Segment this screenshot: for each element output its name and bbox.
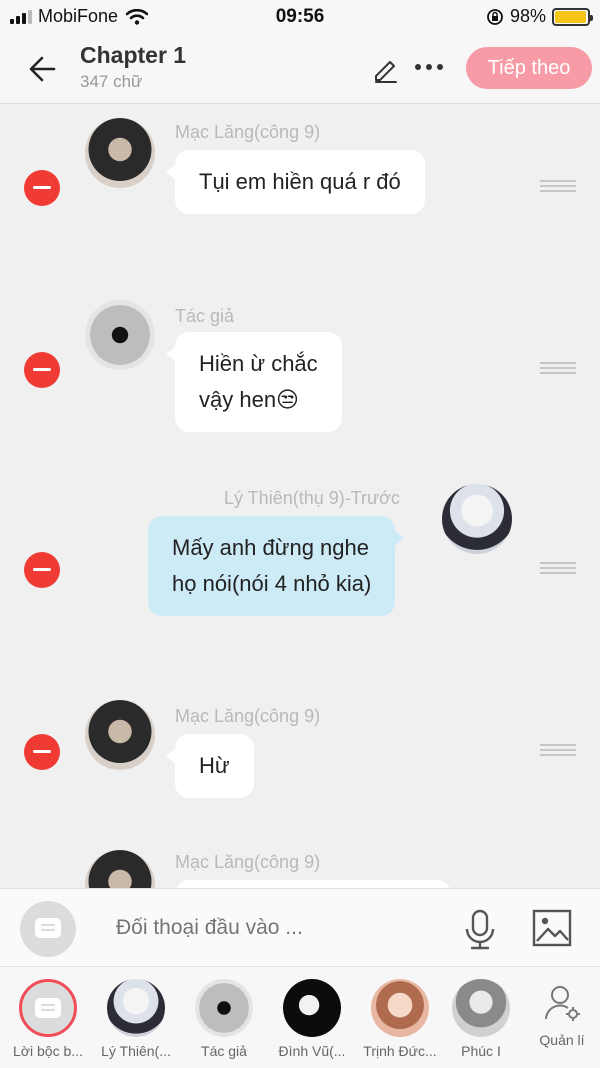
- rotation-lock-icon: [487, 8, 503, 25]
- avatar: [195, 979, 253, 1037]
- character-dinh-vu[interactable]: Đình Vũ(...: [270, 979, 354, 1059]
- delete-message-button[interactable]: [24, 734, 60, 770]
- avatar: [283, 979, 341, 1037]
- avatar[interactable]: [85, 118, 155, 188]
- manage-button[interactable]: Quản lí: [530, 983, 594, 1048]
- message-line: Hiền ừ chắc: [199, 351, 318, 376]
- message-line: Tụi em hiền quá r đó: [199, 169, 401, 194]
- avatar: [107, 979, 165, 1037]
- character-bar: Lời bộc b... Lý Thiên(... Tác giả Đình V…: [0, 966, 600, 1068]
- delete-message-button[interactable]: [24, 170, 60, 206]
- avatar[interactable]: [85, 700, 155, 770]
- message-bubble[interactable]: [175, 880, 451, 888]
- dialogue-input-bar: [0, 888, 600, 966]
- message-line: vậy hen😒: [199, 387, 299, 412]
- character-author[interactable]: Tác giả: [182, 979, 266, 1059]
- speaker-name: Mạc Lăng(công 9): [175, 706, 321, 726]
- avatar: [452, 979, 510, 1037]
- avatar[interactable]: [442, 484, 512, 554]
- character-narration[interactable]: Lời bộc b...: [6, 979, 90, 1059]
- character-phuc[interactable]: Phúc I: [446, 979, 516, 1059]
- word-count: 347 chữ: [80, 72, 143, 91]
- avatar[interactable]: [85, 300, 155, 370]
- drag-handle-icon[interactable]: [540, 362, 576, 374]
- microphone-icon[interactable]: [462, 909, 498, 951]
- arrow-left-icon[interactable]: [26, 52, 60, 86]
- character-label: Lý Thiên(...: [101, 1043, 171, 1059]
- message-item: Mạc Lăng(công 9): [0, 836, 600, 888]
- status-right: 98%: [486, 6, 593, 27]
- status-bar: MobiFone 09:56 98%: [0, 0, 600, 34]
- message-item: Lý Thiên(thụ 9)-Trước Mấy anh đừng nghe …: [0, 470, 600, 640]
- character-trinh-duc[interactable]: Trịnh Đức...: [358, 979, 442, 1059]
- drag-handle-icon[interactable]: [540, 180, 576, 192]
- character-label: Trịnh Đức...: [363, 1043, 437, 1059]
- dialogue-input[interactable]: [100, 907, 430, 949]
- chat-icon[interactable]: [20, 901, 76, 957]
- message-bubble[interactable]: Mấy anh đừng nghe họ nói(nói 4 nhỏ kia): [148, 516, 405, 616]
- message-item: Mạc Lăng(công 9) Hừ: [0, 686, 600, 816]
- message-item: Mạc Lăng(công 9) Tụi em hiền quá r đó: [0, 104, 600, 254]
- message-line: họ nói(nói 4 nhỏ kia): [172, 571, 372, 596]
- manage-label: Quản lí: [539, 1032, 585, 1048]
- character-ly-thien[interactable]: Lý Thiên(...: [94, 979, 178, 1059]
- delete-message-button[interactable]: [24, 352, 60, 388]
- next-chapter-button[interactable]: Tiếp theo: [466, 47, 592, 89]
- chapter-header: Chapter 1 347 chữ Tiếp theo: [0, 34, 600, 104]
- drag-handle-icon[interactable]: [540, 562, 576, 574]
- message-item: Tác giả Hiền ừ chắc vậy hen😒: [0, 286, 600, 456]
- image-icon[interactable]: [532, 909, 572, 947]
- pencil-icon[interactable]: [370, 54, 400, 84]
- speaker-name: Mạc Lăng(công 9): [175, 852, 321, 872]
- speaker-name: Tác giả: [175, 306, 235, 326]
- character-label: Tác giả: [201, 1043, 247, 1059]
- message-bubble[interactable]: Tụi em hiền quá r đó: [166, 150, 425, 214]
- speaker-name: Mạc Lăng(công 9): [175, 122, 321, 142]
- message-line: Mấy anh đừng nghe: [172, 535, 369, 560]
- user-gear-icon: [545, 986, 580, 1021]
- battery-percent: 98%: [509, 6, 546, 26]
- chat-icon: [19, 979, 77, 1037]
- message-line: Hừ: [199, 753, 230, 778]
- page-title: Chapter 1: [80, 42, 187, 68]
- message-bubble[interactable]: Hừ: [166, 734, 254, 798]
- battery-icon: [552, 7, 593, 26]
- avatar[interactable]: [85, 850, 155, 888]
- avatar: [371, 979, 429, 1037]
- character-label: Đình Vũ(...: [278, 1043, 346, 1059]
- delete-message-button[interactable]: [24, 552, 60, 588]
- message-bubble[interactable]: Hiền ừ chắc vậy hen😒: [166, 332, 342, 432]
- more-icon[interactable]: [415, 64, 443, 70]
- character-label: Lời bộc b...: [13, 1043, 83, 1059]
- drag-handle-icon[interactable]: [540, 744, 576, 756]
- character-label: Phúc I: [461, 1043, 501, 1059]
- speaker-name: Lý Thiên(thụ 9)-Trước: [224, 488, 400, 508]
